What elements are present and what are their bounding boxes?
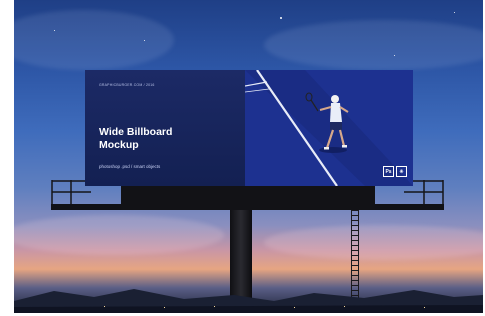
billboard-panel: GRAPHICBURGER.COM / 2016 Wide Billboard …: [85, 70, 413, 186]
cloud: [14, 215, 224, 255]
page-frame: GRAPHICBURGER.COM / 2016 Wide Billboard …: [0, 0, 485, 316]
billboard-headline: Wide Billboard Mockup: [99, 126, 239, 152]
cloud: [264, 20, 483, 70]
mountain-horizon: [14, 289, 483, 313]
star: [54, 30, 55, 31]
headline-line-2: Mockup: [99, 139, 139, 151]
billboard-base: [121, 186, 375, 210]
billboard-caption: GRAPHICBURGER.COM / 2016: [99, 83, 155, 87]
star: [394, 55, 395, 56]
billboard-subline: photoshop .psd / smart objects: [99, 164, 161, 169]
billboard-scene: GRAPHICBURGER.COM / 2016 Wide Billboard …: [14, 0, 483, 313]
cloud: [264, 225, 483, 260]
photoshop-icon: Ps: [383, 166, 394, 177]
smart-object-icon: ✳: [396, 166, 407, 177]
star: [454, 12, 455, 13]
cloud: [14, 10, 174, 70]
billboard-text-panel: GRAPHICBURGER.COM / 2016 Wide Billboard …: [85, 70, 245, 186]
star: [280, 17, 282, 19]
star: [144, 40, 145, 41]
headline-line-1: Wide Billboard: [99, 126, 173, 138]
